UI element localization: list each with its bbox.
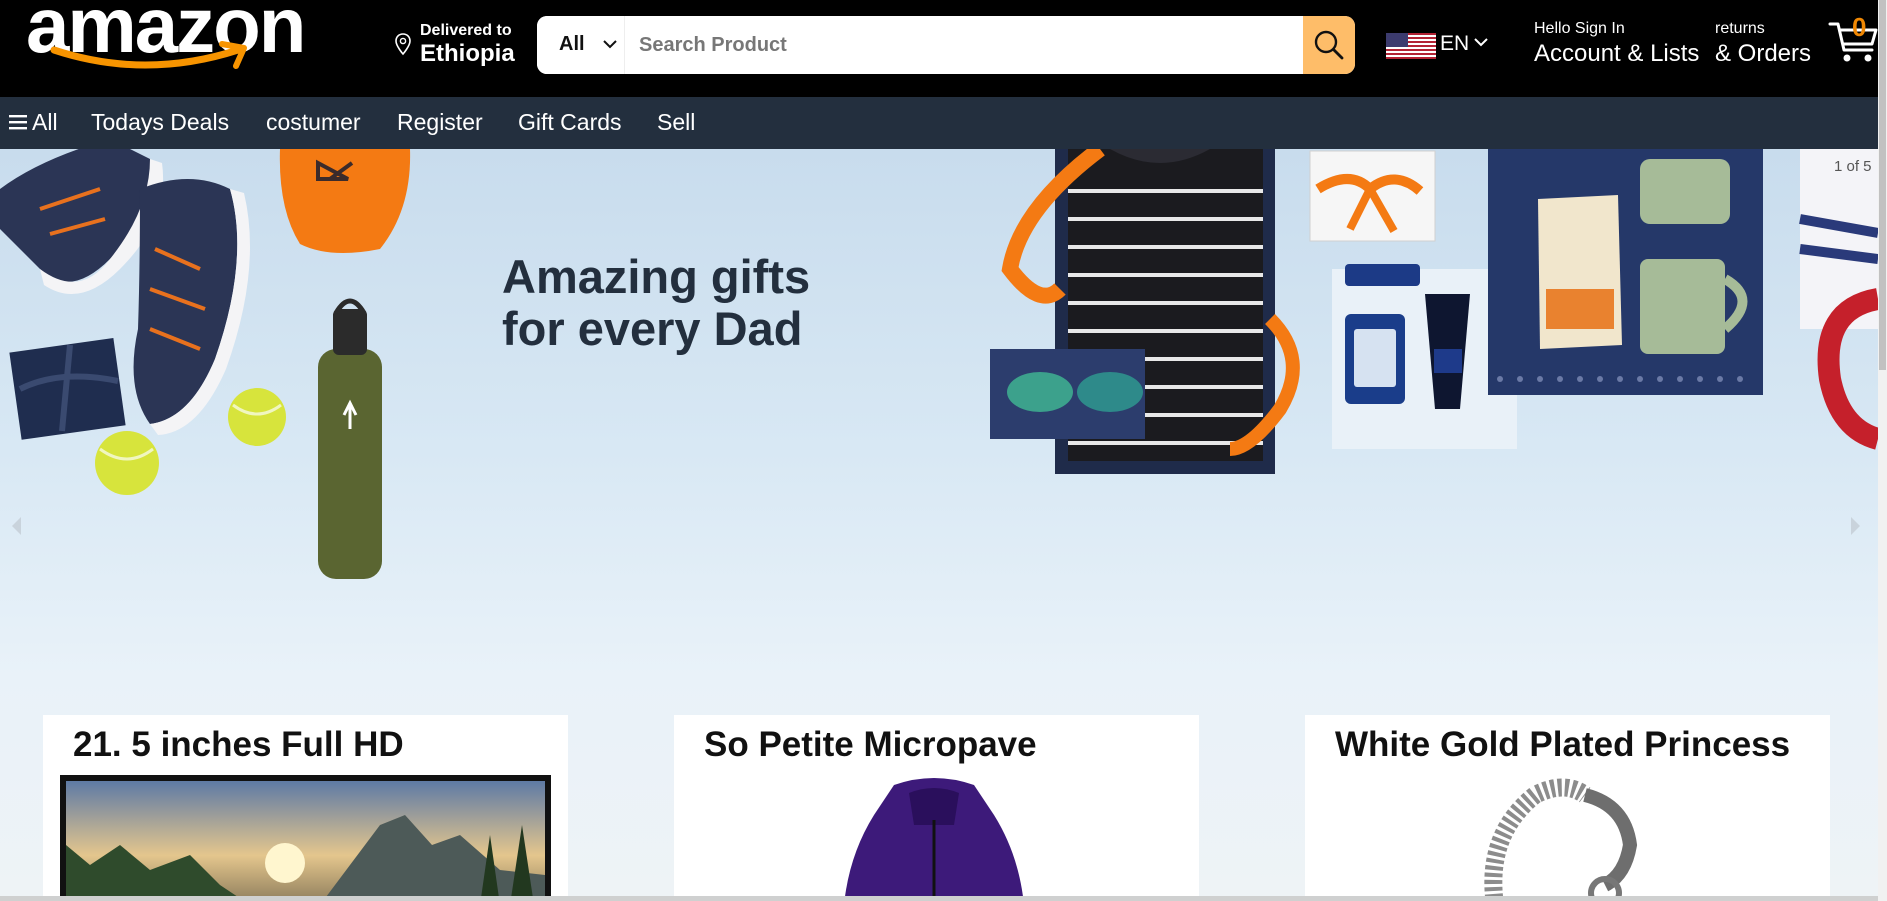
nav-todays-deals[interactable]: Todays Deals (91, 109, 229, 136)
chevron-down-icon (603, 40, 617, 49)
product-card-title: White Gold Plated Princess (1335, 725, 1791, 764)
monitor-image (60, 775, 551, 901)
carousel-counter: 1 of 5 (1834, 158, 1872, 175)
hamburger-menu-icon (9, 115, 27, 130)
bracelet-image (1484, 778, 1638, 901)
account-lists[interactable]: Hello Sign In Account & Lists (1534, 20, 1699, 68)
horizontal-scrollbar[interactable] (0, 896, 1887, 901)
cart-button[interactable]: 0 (1828, 12, 1880, 66)
nav-gift-cards[interactable]: Gift Cards (518, 109, 622, 136)
search-input[interactable] (625, 16, 1293, 74)
search-category-label: All (559, 33, 585, 55)
product-card[interactable]: White Gold Plated Princess (1305, 715, 1830, 901)
carousel-prev-arrow-icon[interactable] (10, 516, 22, 536)
hero-title-line1: Amazing gifts (502, 250, 811, 303)
chevron-down-icon (1474, 38, 1488, 47)
smile-arrow-icon (50, 41, 247, 69)
carousel-next-arrow-icon[interactable] (1850, 516, 1862, 536)
nav-all[interactable]: All (32, 109, 58, 136)
search-bar: All (537, 16, 1355, 74)
product-card[interactable]: 21. 5 inches Full HD (43, 715, 568, 901)
vertical-scrollbar[interactable] (1878, 0, 1887, 901)
deliver-label: Delivered to (420, 22, 512, 39)
product-card[interactable]: So Petite Micropave (674, 715, 1199, 901)
search-button[interactable] (1303, 16, 1355, 74)
nav-costumer[interactable]: costumer (266, 109, 361, 136)
orders-label: & Orders (1715, 40, 1812, 67)
language-selector[interactable]: EN (1383, 30, 1491, 60)
hero-title: Amazing gifts for every Dad (502, 251, 810, 355)
product-card-title: So Petite Micropave (704, 725, 1037, 764)
returns-orders[interactable]: returns & Orders (1715, 20, 1811, 68)
language-code: EN (1440, 32, 1470, 55)
returns-label: returns (1715, 20, 1765, 37)
top-header: amazon Delivered to Ethiopia All Search … (0, 0, 1887, 97)
search-icon (1314, 30, 1344, 60)
search-category-select[interactable]: All (537, 16, 625, 74)
nav-bar: All Todays Deals costumer Register Gift … (0, 97, 1887, 149)
product-card-title: 21. 5 inches Full HD (73, 725, 404, 764)
nav-sell[interactable]: Sell (657, 109, 695, 136)
account-label: Account & Lists (1534, 40, 1700, 67)
jacket-image (844, 778, 1024, 901)
cart-count: 0 (1852, 12, 1867, 42)
us-flag-icon (1386, 33, 1436, 59)
nav-register[interactable]: Register (397, 109, 483, 136)
location-pin-icon (395, 33, 411, 56)
scrollbar-thumb[interactable] (1879, 0, 1886, 370)
amazon-logo[interactable]: amazon (26, 0, 336, 86)
hero-title-line2: for every Dad (502, 302, 803, 355)
account-greeting: Hello Sign In (1534, 20, 1625, 37)
deliver-location: Ethiopia (420, 40, 515, 67)
